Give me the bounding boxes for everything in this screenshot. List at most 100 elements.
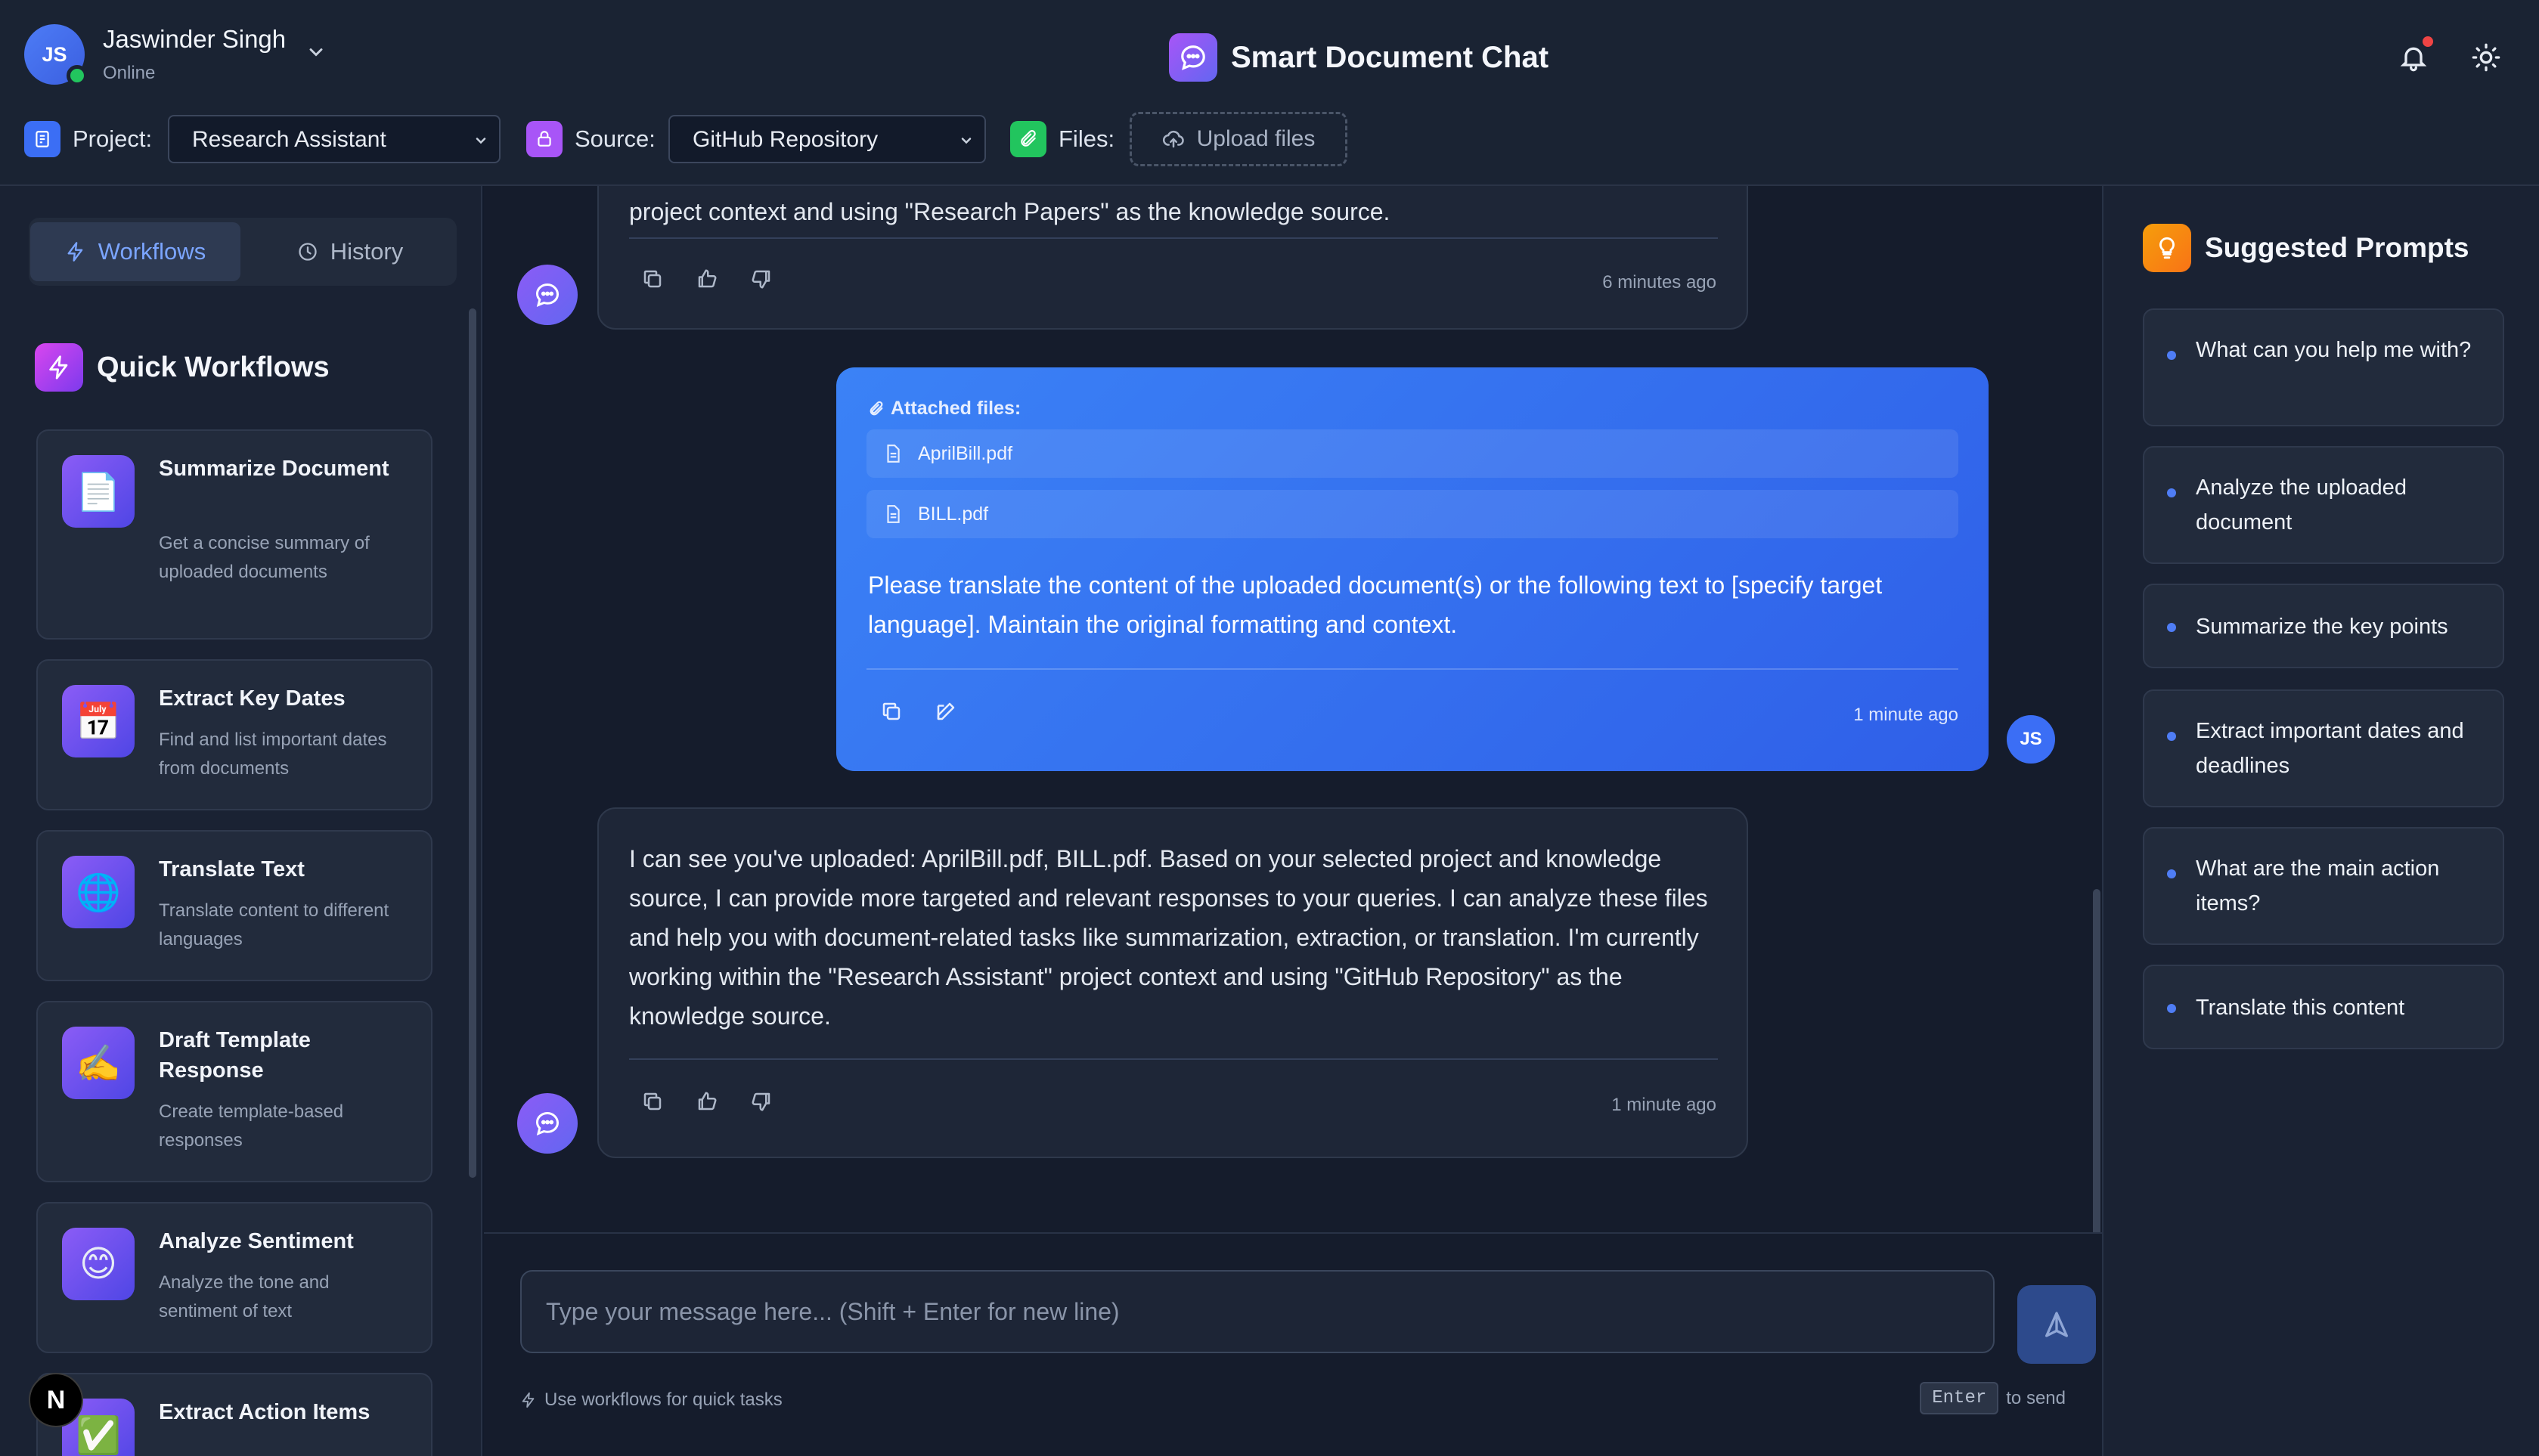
source-select[interactable]: GitHub Repository <box>668 115 986 163</box>
upload-files-button[interactable]: Upload files <box>1130 112 1347 166</box>
copy-icon[interactable] <box>641 1090 664 1113</box>
workflow-card-sentiment[interactable]: 😊 Analyze Sentiment Analyze the tone and… <box>36 1202 432 1353</box>
message-divider <box>866 668 1958 670</box>
workflow-hint-text: Use workflows for quick tasks <box>544 1389 783 1410</box>
quick-workflows-title: Quick Workflows <box>97 351 330 383</box>
enter-key: Enter <box>1920 1382 1999 1414</box>
thumbs-up-icon[interactable] <box>696 1090 718 1113</box>
thumbs-down-icon[interactable] <box>750 1090 773 1113</box>
send-hint: Enter to send <box>1920 1382 2066 1414</box>
prompt-item[interactable]: Translate this content <box>2143 965 2504 1049</box>
workflow-title: Draft Template Response <box>159 1028 311 1083</box>
prompt-text: What can you help me with? <box>2196 338 2472 362</box>
composer: Use workflows for quick tasks Enter to s… <box>484 1232 2102 1456</box>
workflow-card-draft-template[interactable]: ✍️ Draft Template Response Create templa… <box>36 1001 432 1182</box>
workflow-card-extract-dates[interactable]: 📅 Extract Key Dates Find and list import… <box>36 659 432 810</box>
sidebar-tabs: Workflows History <box>29 218 457 286</box>
workflow-title: Summarize Document <box>159 457 389 481</box>
file-icon <box>883 504 903 524</box>
workflow-title: Extract Action Items <box>159 1400 370 1424</box>
tab-workflows[interactable]: Workflows <box>30 222 240 281</box>
tab-history-label: History <box>330 238 404 265</box>
message-time: 1 minute ago <box>1853 705 1958 725</box>
attached-file[interactable]: BILL.pdf <box>866 490 1958 538</box>
chat-area: project context and using "Research Pape… <box>484 186 2102 1456</box>
project-select[interactable]: Research Assistant <box>168 115 501 163</box>
prompt-item[interactable]: What can you help me with? <box>2143 308 2504 426</box>
prompt-item[interactable]: Extract important dates and deadlines <box>2143 689 2504 807</box>
prompt-item[interactable]: Summarize the key points <box>2143 584 2504 668</box>
workflow-desc: Get a concise summary of uploaded docume… <box>159 533 370 582</box>
sidebar-scrollbar[interactable] <box>469 308 476 1178</box>
message-actions <box>641 268 773 290</box>
database-icon <box>526 121 563 157</box>
tab-workflows-label: Workflows <box>98 238 206 265</box>
workflow-sidebar: Workflows History Quick Workflows 📄 Summ… <box>0 186 482 1456</box>
prompt-text: Summarize the key points <box>2196 615 2448 639</box>
suggested-prompts-title: Suggested Prompts <box>2205 232 2469 263</box>
assistant-message-text: I can see you've uploaded: AprilBill.pdf… <box>629 845 1708 1030</box>
source-select-value: GitHub Repository <box>693 127 879 152</box>
document-icon: 📄 <box>62 455 135 528</box>
workflow-card-summarize[interactable]: 📄 Summarize Document Get a concise summa… <box>36 429 432 640</box>
user-message-avatar: JS <box>2007 715 2055 764</box>
workflow-hint: Use workflows for quick tasks <box>520 1389 783 1411</box>
workflow-title: Analyze Sentiment <box>159 1229 354 1253</box>
upload-files-label: Upload files <box>1196 126 1316 151</box>
workflow-desc: Analyze the tone and sentiment of text <box>159 1272 330 1321</box>
user-avatar: JS <box>24 24 88 86</box>
message-input[interactable] <box>520 1270 1995 1353</box>
chevron-down-icon[interactable] <box>305 42 327 63</box>
paperclip-icon <box>868 401 885 417</box>
workflow-desc: Create template-based responses <box>159 1101 344 1151</box>
writing-hand-icon: ✍️ <box>62 1027 135 1099</box>
project-select-value: Research Assistant <box>192 127 386 152</box>
project-label: Project: <box>73 125 153 152</box>
globe-icon: 🌐 <box>62 856 135 928</box>
workflow-card-action-items[interactable]: ✅ Extract Action Items <box>36 1373 432 1456</box>
assistant-avatar <box>517 265 578 325</box>
user-name: Jaswinder Singh <box>103 25 287 53</box>
quick-workflows-heading: Quick Workflows <box>35 343 330 392</box>
attached-file-name: AprilBill.pdf <box>918 442 1013 464</box>
prompt-item[interactable]: What are the main action items? <box>2143 827 2504 945</box>
online-indicator <box>67 65 88 86</box>
bullet-dot <box>2167 351 2176 360</box>
thumbs-down-icon[interactable] <box>750 268 773 290</box>
files-label: Files: <box>1059 125 1115 152</box>
source-label: Source: <box>575 125 656 152</box>
user-message: Attached files: AprilBill.pdf BILL.pdf P… <box>836 367 1989 771</box>
lightning-icon <box>35 343 83 392</box>
lightning-icon <box>65 241 86 262</box>
chevron-down-icon <box>959 133 974 148</box>
copy-icon[interactable] <box>880 700 903 723</box>
bullet-dot <box>2167 869 2176 878</box>
thumbs-up-icon[interactable] <box>696 268 718 290</box>
attached-files-text: Attached files: <box>891 398 1021 419</box>
assistant-message: I can see you've uploaded: AprilBill.pdf… <box>597 807 1748 1158</box>
bullet-dot <box>2167 623 2176 632</box>
user-message-text: Please translate the content of the uplo… <box>868 572 1883 638</box>
message-divider <box>629 1058 1718 1060</box>
workflow-card-translate[interactable]: 🌐 Translate Text Translate content to di… <box>36 830 432 981</box>
sun-icon[interactable] <box>2471 42 2501 73</box>
send-button[interactable] <box>2017 1285 2096 1364</box>
workflow-desc: Translate content to different languages <box>159 900 389 949</box>
attached-file[interactable]: AprilBill.pdf <box>866 429 1958 478</box>
lightning-icon <box>520 1392 537 1408</box>
prompt-item[interactable]: Analyze the uploaded document <box>2143 446 2504 564</box>
file-icon <box>883 444 903 463</box>
bell-icon[interactable] <box>2398 42 2429 73</box>
tab-history[interactable]: History <box>248 222 452 281</box>
dev-badge[interactable]: N <box>29 1373 83 1427</box>
edit-icon[interactable] <box>935 700 957 723</box>
calendar-icon: 📅 <box>62 685 135 757</box>
workflow-title: Extract Key Dates <box>159 686 346 711</box>
user-initials: JS <box>42 42 67 66</box>
paperclip-icon <box>1010 121 1046 157</box>
chevron-down-icon <box>473 133 488 148</box>
message-time: 6 minutes ago <box>1602 272 1716 293</box>
copy-icon[interactable] <box>641 268 664 290</box>
user-menu[interactable]: JS Jaswinder Singh Online <box>24 24 327 86</box>
user-status: Online <box>103 63 156 83</box>
